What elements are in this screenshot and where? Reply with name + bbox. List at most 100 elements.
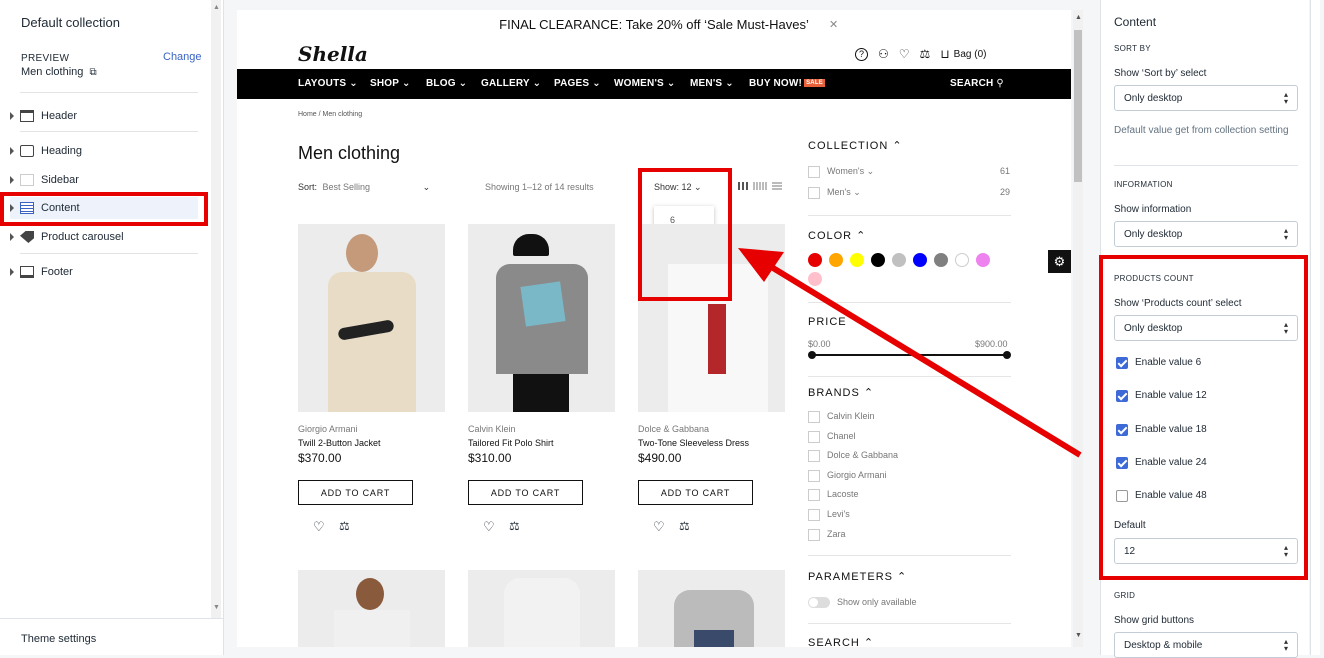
filter-checkbox[interactable]: [808, 187, 820, 199]
store-logo[interactable]: Shella: [298, 42, 368, 66]
grid-buttons-select[interactable]: Desktop & mobile ▴ ▾: [1114, 632, 1298, 658]
brand-label[interactable]: Levi's: [827, 509, 850, 519]
bag-icon[interactable]: ⊔: [940, 47, 949, 61]
sort-value: Best Selling: [322, 182, 371, 192]
filter-search-title[interactable]: SEARCH ⌃: [808, 636, 874, 647]
expand-icon: [10, 268, 14, 276]
product-price: $370.00: [298, 451, 342, 465]
product-name[interactable]: Tailored Fit Polo Shirt: [468, 438, 554, 448]
wishlist-icon[interactable]: ♡: [313, 519, 325, 535]
product-image[interactable]: [638, 570, 785, 647]
section-label: Header: [41, 110, 78, 122]
close-icon[interactable]: ✕: [829, 18, 838, 31]
section-heading[interactable]: Heading: [10, 140, 198, 162]
brand-checkbox[interactable]: [808, 489, 820, 502]
information-heading: INFORMATION: [1114, 180, 1173, 189]
header-layout-icon: [20, 110, 34, 122]
nav-search[interactable]: SEARCH ⚲: [950, 78, 1004, 89]
divider: [20, 131, 198, 132]
list-icon[interactable]: [772, 182, 782, 190]
help-icon[interactable]: ?: [855, 47, 868, 61]
brand-label[interactable]: Giorgio Armani: [827, 470, 887, 480]
divider: [20, 92, 198, 93]
filter-checkbox[interactable]: [808, 166, 820, 178]
change-preview-link[interactable]: Change: [163, 51, 202, 63]
nav-gallery[interactable]: GALLERY ⌄: [481, 78, 541, 89]
sort-select[interactable]: Sort: Best Selling ⌄: [298, 182, 430, 193]
sort-by-select[interactable]: Only desktop ▴ ▾: [1114, 85, 1298, 111]
product-name[interactable]: Twill 2-Button Jacket: [298, 438, 381, 448]
product-image[interactable]: [298, 570, 445, 647]
grid-label: Show grid buttons: [1114, 615, 1195, 626]
account-icon[interactable]: ⚇: [878, 47, 889, 61]
wishlist-icon[interactable]: ♡: [899, 47, 910, 61]
scroll-down-icon: ▼: [213, 604, 220, 611]
brand-checkbox[interactable]: [808, 509, 820, 521]
add-to-cart-button[interactable]: ADD TO CART: [298, 480, 413, 505]
section-header[interactable]: Header: [10, 105, 198, 127]
brand-label[interactable]: Lacoste: [827, 489, 859, 499]
compare-icon[interactable]: ⚖: [339, 519, 350, 533]
nav-mens[interactable]: MEN'S ⌄: [690, 78, 734, 89]
wishlist-icon[interactable]: ♡: [653, 519, 665, 535]
brand-checkbox[interactable]: [808, 528, 820, 541]
expand-icon: [10, 147, 14, 155]
wishlist-icon[interactable]: ♡: [483, 519, 495, 535]
nav-blog[interactable]: BLOG ⌄: [426, 78, 467, 89]
panel-scrollbar[interactable]: [1310, 0, 1320, 655]
compare-icon[interactable]: ⚖: [509, 519, 520, 533]
divider: [20, 253, 198, 254]
compare-icon[interactable]: ⚖: [679, 519, 690, 533]
filter-womens[interactable]: Women's ⌄: [827, 166, 874, 177]
highlight-box: [0, 192, 208, 226]
sidebar-scrollbar[interactable]: ▲ ▼: [211, 0, 221, 618]
product-image[interactable]: [468, 570, 615, 647]
sidebar-icon: [20, 174, 34, 186]
add-to-cart-button[interactable]: ADD TO CART: [638, 480, 753, 505]
grid-3-icon[interactable]: [738, 182, 748, 190]
nav-womens[interactable]: WOMEN'S ⌄: [614, 78, 675, 89]
page-title: Default collection: [21, 15, 120, 30]
product-image[interactable]: [298, 224, 445, 412]
theme-settings-link[interactable]: Theme settings: [0, 618, 224, 655]
nav-shop[interactable]: SHOP ⌄: [370, 78, 411, 89]
filter-collection-title[interactable]: COLLECTION ⌃: [808, 139, 903, 152]
brand-checkbox[interactable]: [808, 469, 820, 482]
section-product-carousel[interactable]: Product carousel: [10, 226, 198, 248]
brand-label[interactable]: Zara: [827, 529, 846, 539]
expand-icon: [10, 176, 14, 184]
preview-value[interactable]: Men clothing ⧉: [21, 66, 97, 78]
grid-buttons-value: Desktop & mobile: [1124, 640, 1203, 651]
filter-mens[interactable]: Men's ⌄: [827, 187, 861, 198]
scrollbar-thumb[interactable]: [1074, 30, 1082, 182]
breadcrumb[interactable]: Home / Men clothing: [298, 111, 362, 118]
divider: [808, 555, 1011, 556]
heading-image-icon: [20, 145, 34, 157]
bag-label[interactable]: Bag (0): [954, 49, 987, 60]
divider: [808, 623, 1011, 624]
sale-badge: SALE: [804, 79, 825, 88]
product-image[interactable]: [468, 224, 615, 412]
sort-by-label: Show ‘Sort by’ select: [1114, 68, 1207, 79]
section-label: Footer: [41, 266, 73, 278]
expand-icon: [10, 233, 14, 241]
nav-layouts[interactable]: LAYOUTS ⌄: [298, 78, 358, 89]
divider: [808, 215, 1011, 216]
section-sidebar[interactable]: Sidebar: [10, 169, 198, 191]
information-select[interactable]: Only desktop ▴ ▾: [1114, 221, 1298, 247]
information-label: Show information: [1114, 204, 1192, 215]
scroll-down-icon: ▼: [1075, 632, 1082, 639]
compare-icon[interactable]: ⚖: [920, 47, 931, 61]
add-to-cart-button[interactable]: ADD TO CART: [468, 480, 583, 505]
select-arrows-icon: ▴ ▾: [1283, 90, 1288, 106]
nav-buy-now[interactable]: BUY NOW! SALE: [749, 78, 825, 89]
nav-pages[interactable]: PAGES ⌄: [554, 78, 601, 89]
product-brand: Calvin Klein: [468, 424, 516, 434]
sort-by-value: Only desktop: [1124, 93, 1183, 104]
filter-parameters-title[interactable]: PARAMETERS ⌃: [808, 570, 907, 583]
grid-heading: GRID: [1114, 591, 1136, 600]
available-toggle[interactable]: [808, 597, 830, 608]
grid-4-icon[interactable]: [753, 182, 767, 190]
grid-buttons: [738, 182, 782, 190]
section-footer[interactable]: Footer: [10, 261, 198, 283]
